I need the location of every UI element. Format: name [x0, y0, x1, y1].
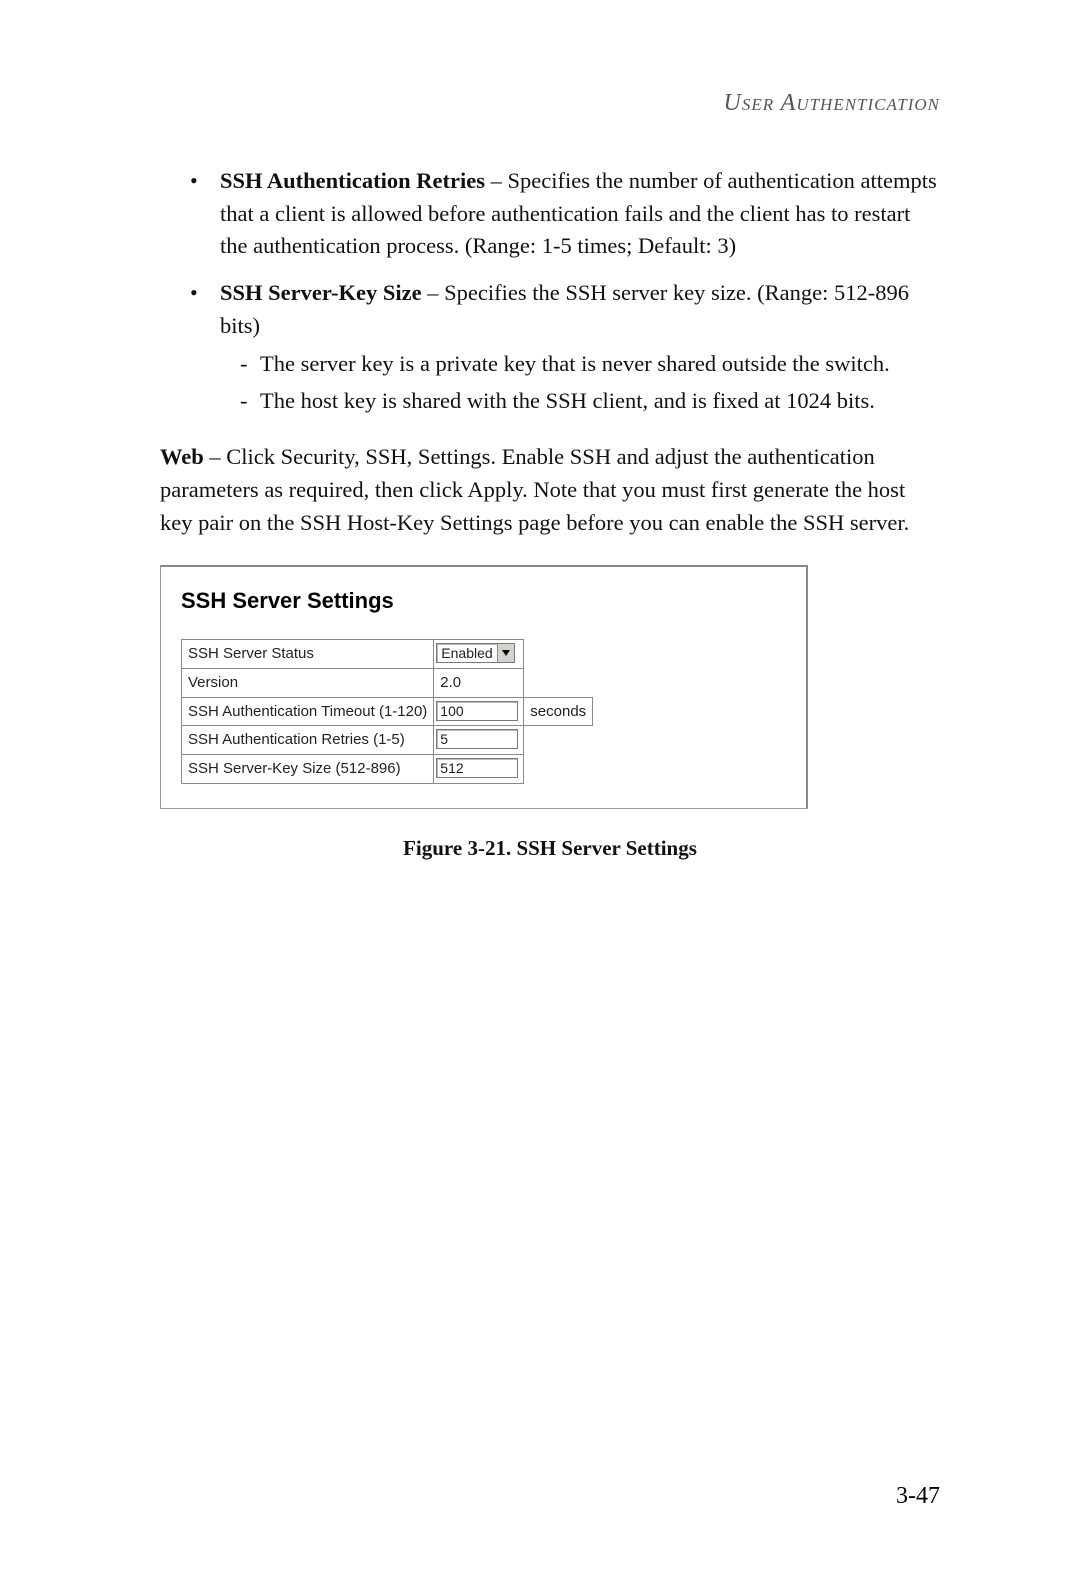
web-text: – Click Security, SSH, Settings. Enable …: [160, 444, 909, 534]
value-version: 2.0: [434, 668, 524, 697]
body-content: SSH Authentication Retries – Specifies t…: [160, 165, 940, 863]
label-auth-retries: SSH Authentication Retries (1-5): [182, 726, 434, 755]
server-status-select[interactable]: Enabled: [436, 643, 515, 663]
row-server-status: SSH Server Status Enabled: [182, 640, 593, 669]
sub-bullet-serverkey: The server key is a private key that is …: [240, 348, 940, 381]
sub-bullet-list: The server key is a private key that is …: [220, 348, 940, 417]
unit-auth-timeout: seconds: [524, 697, 593, 726]
cell-auth-timeout: 100: [434, 697, 524, 726]
bullet-item-keysize: SSH Server-Key Size – Specifies the SSH …: [190, 277, 940, 418]
figure-caption: Figure 3-21. SSH Server Settings: [160, 833, 940, 863]
auth-timeout-input[interactable]: 100: [436, 701, 518, 721]
page-header-text: User Authentication: [724, 90, 941, 116]
label-server-status: SSH Server Status: [182, 640, 434, 669]
settings-table: SSH Server Status Enabled Version 2.0: [181, 639, 593, 784]
bullet-strong: SSH Server-Key Size: [220, 280, 422, 305]
label-auth-timeout: SSH Authentication Timeout (1-120): [182, 697, 434, 726]
cell-key-size: 512: [434, 755, 524, 784]
row-key-size: SSH Server-Key Size (512-896) 512: [182, 755, 593, 784]
row-auth-timeout: SSH Authentication Timeout (1-120) 100 s…: [182, 697, 593, 726]
bullet-strong: SSH Authentication Retries: [220, 168, 485, 193]
sub-bullet-hostkey: The host key is shared with the SSH clie…: [240, 385, 940, 418]
empty-cell: [524, 668, 593, 697]
empty-cell: [524, 755, 593, 784]
bullet-list: SSH Authentication Retries – Specifies t…: [160, 165, 940, 417]
auth-retries-input[interactable]: 5: [436, 729, 518, 749]
key-size-input[interactable]: 512: [436, 758, 518, 778]
row-version: Version 2.0: [182, 668, 593, 697]
cell-server-status: Enabled: [434, 640, 524, 669]
label-key-size: SSH Server-Key Size (512-896): [182, 755, 434, 784]
page: User Authentication SSH Authentication R…: [0, 0, 1080, 1570]
empty-cell: [524, 640, 593, 669]
label-version: Version: [182, 668, 434, 697]
web-strong: Web: [160, 444, 204, 469]
ssh-settings-panel: SSH Server Settings SSH Server Status En…: [160, 565, 808, 809]
server-status-value: Enabled: [437, 643, 497, 663]
row-auth-retries: SSH Authentication Retries (1-5) 5: [182, 726, 593, 755]
page-header: User Authentication: [160, 90, 940, 117]
panel-title: SSH Server Settings: [181, 585, 786, 617]
cell-auth-retries: 5: [434, 726, 524, 755]
page-number: 3-47: [896, 1483, 940, 1510]
empty-cell: [524, 726, 593, 755]
web-paragraph: Web – Click Security, SSH, Settings. Ena…: [160, 441, 940, 539]
chevron-down-icon: [497, 644, 514, 662]
bullet-item-retries: SSH Authentication Retries – Specifies t…: [190, 165, 940, 263]
